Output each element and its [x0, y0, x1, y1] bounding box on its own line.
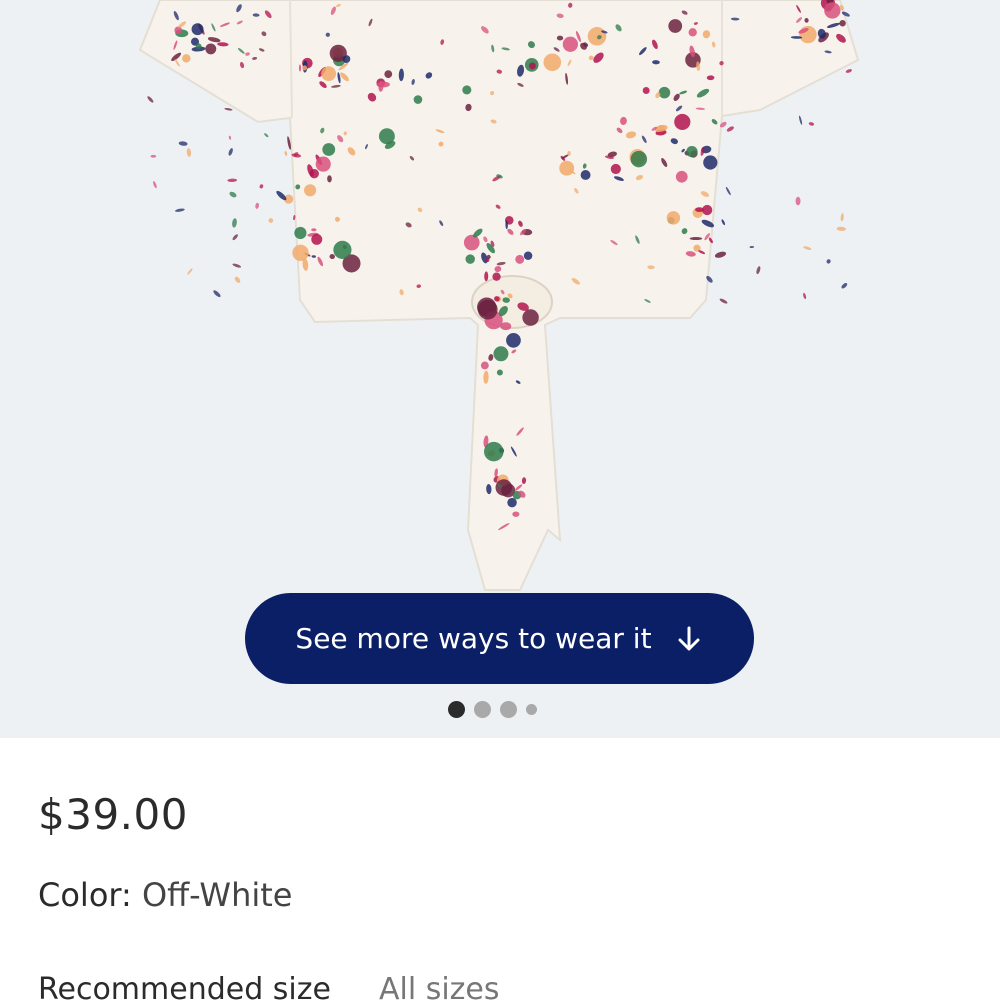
carousel-dot[interactable]: [474, 701, 491, 718]
product-color: Color: Off-White: [38, 876, 292, 914]
carousel-dot[interactable]: [526, 704, 537, 715]
carousel-indicators: [448, 701, 537, 718]
color-label: Color:: [38, 876, 132, 914]
arrow-down-icon: [674, 624, 704, 654]
tab-recommended-size[interactable]: Recommended size: [38, 972, 331, 1007]
product-price: $39.00: [38, 790, 188, 839]
product-image-carousel[interactable]: See more ways to wear it: [0, 0, 1000, 738]
carousel-dot[interactable]: [500, 701, 517, 718]
see-more-ways-button[interactable]: See more ways to wear it: [245, 593, 754, 684]
tab-all-sizes[interactable]: All sizes: [379, 972, 500, 1007]
cta-label: See more ways to wear it: [295, 622, 652, 655]
color-value: Off-White: [141, 876, 293, 914]
size-tabs: Recommended size All sizes: [38, 972, 500, 1007]
carousel-dot[interactable]: [448, 701, 465, 718]
